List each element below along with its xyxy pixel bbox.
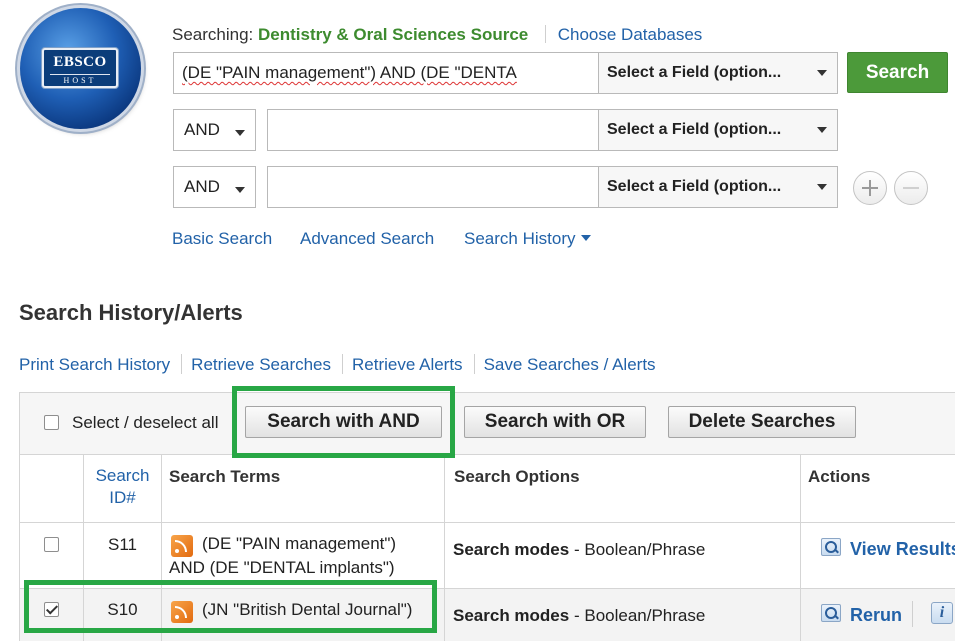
field-select-2-value: Select a Field (option... xyxy=(607,121,782,138)
field-select-3-value: Select a Field (option... xyxy=(607,178,782,195)
search-modes-label: Search modes xyxy=(453,540,570,559)
history-links: Print Search History Retrieve Searches Ret… xyxy=(19,354,656,375)
logo-text-host: HOST xyxy=(50,74,110,85)
boolean-select-3[interactable]: AND xyxy=(173,166,256,208)
chevron-down-icon xyxy=(817,70,827,76)
row-checkbox-s11[interactable] xyxy=(44,537,59,552)
search-modes-value: - Boolean/Phrase xyxy=(573,606,706,625)
advanced-search-link[interactable]: Advanced Search xyxy=(300,229,434,249)
search-history-title: Search History/Alerts xyxy=(19,300,243,325)
search-with-or-button[interactable]: Search with OR xyxy=(464,406,646,438)
search-terms-line1: (JN "British Dental Journal") xyxy=(202,600,413,619)
search-history-label: Search History xyxy=(464,229,576,248)
searching-line: Searching: Dentistry & Oral Sciences Sou… xyxy=(172,25,702,45)
chevron-down-icon xyxy=(235,187,245,193)
select-all-checkbox[interactable] xyxy=(44,415,59,430)
chevron-down-icon xyxy=(817,184,827,190)
retrieve-alerts-link[interactable]: Retrieve Alerts xyxy=(352,355,463,374)
divider xyxy=(544,25,546,43)
remove-row-button[interactable] xyxy=(894,171,928,205)
search-terms-line2: AND (DE "DENTAL implants") xyxy=(169,558,395,577)
search-modes-label: Search modes xyxy=(453,606,570,625)
column-divider xyxy=(161,455,162,641)
search-history-table: Select / deselect all Search with AND Se… xyxy=(19,392,955,641)
view-results-icon[interactable] xyxy=(821,538,841,556)
field-select-3[interactable]: Select a Field (option... xyxy=(598,166,838,208)
retrieve-searches-link[interactable]: Retrieve Searches xyxy=(191,355,331,374)
logo-plate: EBSCO HOST xyxy=(42,48,118,88)
field-select-2[interactable]: Select a Field (option... xyxy=(598,109,838,151)
search-modes-value: - Boolean/Phrase xyxy=(573,540,706,559)
add-row-button[interactable] xyxy=(853,171,887,205)
logo-text-ebsco: EBSCO xyxy=(53,54,107,70)
select-all-label: Select / deselect all xyxy=(72,413,219,432)
search-id: S11 xyxy=(108,535,137,554)
boolean-select-2[interactable]: AND xyxy=(173,109,256,151)
column-header-search-terms: Search Terms xyxy=(169,467,281,486)
search-input-1-value: (DE "PAIN management") AND (DE "DENTA xyxy=(182,63,517,82)
search-with-and-button[interactable]: Search with AND xyxy=(245,406,442,438)
chevron-down-icon xyxy=(817,127,827,133)
chevron-down-icon xyxy=(235,130,245,136)
minus-icon xyxy=(903,187,919,189)
column-divider xyxy=(444,455,445,641)
boolean-select-3-value: AND xyxy=(184,177,220,196)
row-checkbox-s10[interactable] xyxy=(44,602,59,617)
rss-feed-icon[interactable] xyxy=(171,601,193,623)
search-options: Search modes - Boolean/Phrase xyxy=(453,606,705,626)
search-terms-line1: (DE "PAIN management") xyxy=(202,534,397,553)
column-divider xyxy=(800,455,801,641)
field-select-1-value: Select a Field (option... xyxy=(607,64,782,81)
info-icon[interactable]: i xyxy=(931,602,953,624)
search-id: S10 xyxy=(107,600,138,619)
column-divider xyxy=(83,455,84,641)
search-input-2[interactable] xyxy=(267,109,599,151)
print-search-history-link[interactable]: Print Search History xyxy=(19,355,170,374)
history-toolbar: Select / deselect all Search with AND Se… xyxy=(20,393,955,455)
boolean-select-2-value: AND xyxy=(184,120,220,139)
divider xyxy=(912,601,913,627)
search-input-1[interactable]: (DE "PAIN management") AND (DE "DENTA xyxy=(173,52,599,94)
ebsco-host-logo[interactable]: EBSCO HOST xyxy=(20,8,141,129)
searching-label: Searching: xyxy=(172,25,254,44)
chevron-down-icon xyxy=(581,235,592,241)
rss-feed-icon[interactable] xyxy=(171,535,193,557)
rerun-link[interactable]: Rerun xyxy=(850,605,902,626)
column-header-actions: Actions xyxy=(808,467,871,486)
search-history-link[interactable]: Search History xyxy=(464,229,592,249)
rerun-icon[interactable] xyxy=(821,604,841,622)
column-header-search-id[interactable]: Search ID# xyxy=(84,465,161,509)
view-results-link[interactable]: View Results xyxy=(850,539,955,560)
database-name: Dentistry & Oral Sciences Source xyxy=(258,25,529,44)
search-button[interactable]: Search xyxy=(847,52,948,93)
delete-searches-button[interactable]: Delete Searches xyxy=(668,406,856,438)
field-select-1[interactable]: Select a Field (option... xyxy=(598,52,838,94)
search-options: Search modes - Boolean/Phrase xyxy=(453,540,705,560)
choose-databases-link[interactable]: Choose Databases xyxy=(558,25,703,44)
search-input-3[interactable] xyxy=(267,166,599,208)
save-searches-alerts-link[interactable]: Save Searches / Alerts xyxy=(484,355,656,374)
basic-search-link[interactable]: Basic Search xyxy=(172,229,272,249)
column-header-search-options: Search Options xyxy=(454,467,580,486)
